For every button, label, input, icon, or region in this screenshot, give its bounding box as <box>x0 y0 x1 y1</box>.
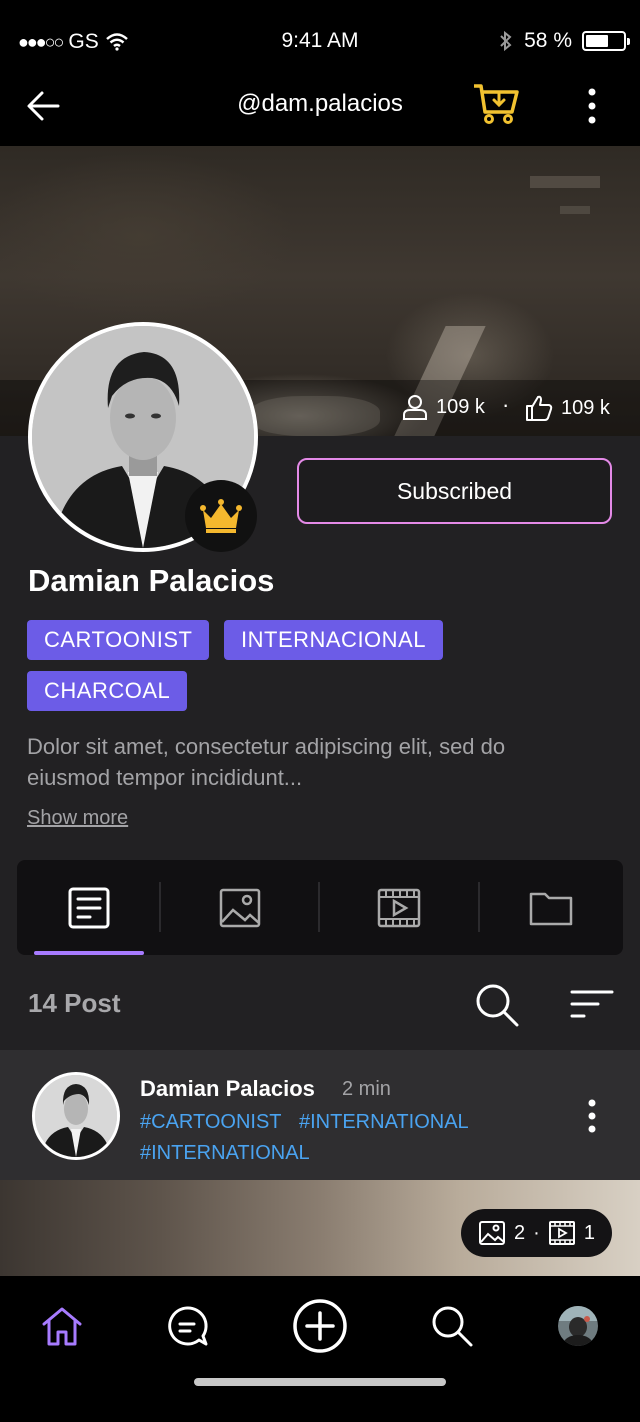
post-author-portrait <box>35 1075 117 1157</box>
post-timestamp: 2 min <box>342 1078 391 1100</box>
nav-profile[interactable] <box>536 1276 620 1376</box>
likes-count: 109 k <box>561 396 610 419</box>
document-icon <box>68 887 109 928</box>
chip-separator: · <box>533 1221 540 1244</box>
more-options-icon[interactable] <box>580 86 604 126</box>
battery-percent: 58 % <box>524 29 572 52</box>
home-icon <box>42 1307 82 1346</box>
image-icon <box>479 1221 506 1245</box>
followers-stat: 109 k <box>402 394 485 420</box>
nav-home[interactable] <box>20 1276 104 1376</box>
tag-internacional[interactable]: INTERNACIONAL <box>224 620 443 660</box>
video-count: 1 <box>583 1221 595 1244</box>
sort-icon[interactable] <box>568 986 614 1022</box>
stat-separator: · <box>502 392 510 417</box>
post-hashtag[interactable]: #INTERNATIONAL <box>299 1111 469 1134</box>
avatar <box>558 1306 598 1346</box>
image-icon <box>219 888 260 927</box>
tab-folders[interactable] <box>479 860 623 955</box>
battery-icon <box>582 31 630 51</box>
active-tab-indicator <box>34 951 144 955</box>
film-icon <box>548 1221 575 1245</box>
home-indicator <box>194 1378 446 1386</box>
user-icon <box>403 395 427 420</box>
search-icon[interactable] <box>474 982 520 1028</box>
post-author-avatar[interactable] <box>32 1072 120 1160</box>
image-count: 2 <box>514 1221 526 1244</box>
tab-images[interactable] <box>160 860 319 955</box>
nav-create[interactable] <box>277 1276 363 1376</box>
tag-charcoal[interactable]: CHARCOAL <box>27 671 188 711</box>
post-hashtag[interactable]: #INTERNATIONAL <box>140 1142 310 1165</box>
page-title: @dam.palacios <box>237 90 403 117</box>
tab-posts[interactable] <box>17 860 160 955</box>
folder-icon <box>529 892 573 925</box>
likes-stat: 109 k <box>525 394 610 422</box>
post-author-name[interactable]: Damian Palacios <box>140 1076 315 1102</box>
top-nav-bar: @dam.palacios <box>0 66 640 144</box>
cart-download-icon[interactable] <box>472 82 520 126</box>
subscribed-button[interactable]: Subscribed <box>297 458 612 524</box>
chat-bubble-icon <box>168 1306 208 1346</box>
nav-messages[interactable] <box>145 1276 229 1376</box>
film-icon <box>377 888 421 927</box>
profile-bio: Dolor sit amet, consectetur adipiscing e… <box>27 734 506 790</box>
system-indicators: 58 % <box>498 29 630 53</box>
tag-cartoonist[interactable]: CARTOONIST <box>27 620 210 660</box>
post-count: 14 Post <box>28 988 121 1018</box>
premium-badge <box>185 480 257 552</box>
post-card[interactable]: Damian Palacios 2 min #CARTOONIST #INTER… <box>0 1050 640 1180</box>
media-count-chip: 2 · 1 <box>461 1209 612 1257</box>
post-hashtag[interactable]: #CARTOONIST <box>140 1111 282 1134</box>
content-tabs <box>17 860 623 955</box>
bottom-nav-bar <box>0 1276 640 1422</box>
thumbs-up-icon <box>526 395 553 421</box>
followers-count: 109 k <box>436 395 485 418</box>
search-icon <box>432 1306 473 1347</box>
add-circle-icon <box>293 1299 347 1353</box>
post-more-options-icon[interactable] <box>582 1098 602 1134</box>
crown-icon <box>200 499 242 533</box>
show-more-link[interactable]: Show more <box>27 807 128 830</box>
bluetooth-icon <box>500 30 512 52</box>
profile-name: Damian Palacios <box>28 563 275 598</box>
tab-videos[interactable] <box>319 860 479 955</box>
nav-search[interactable] <box>410 1276 494 1376</box>
